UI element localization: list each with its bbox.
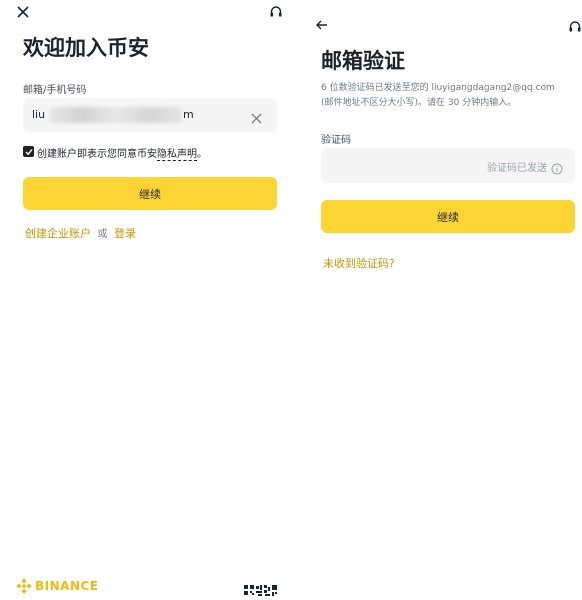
page-title: 邮箱验证 <box>321 49 405 73</box>
email-value-prefix: liu <box>32 108 46 121</box>
email-verify-panel: 邮箱验证 6 位数验证码已发送至您的 liuyigangdagang2@qq.c… <box>296 0 582 600</box>
page-title: 欢迎加入币安 <box>23 36 149 60</box>
verification-code-input[interactable]: 验证码已发送 <box>321 148 575 183</box>
code-label: 验证码 <box>321 135 351 146</box>
code-sent-status: 验证码已发送 <box>487 163 547 174</box>
binance-logo-icon <box>16 578 32 594</box>
verify-description-line2: (邮件地址不区分大小写)。请在 30 分钟内输入。 <box>321 98 517 108</box>
email-phone-label: 邮箱/手机号码 <box>23 85 87 96</box>
agreement-checkbox[interactable] <box>23 146 34 157</box>
email-phone-input[interactable]: liu m <box>23 98 277 132</box>
verify-description-line1: 6 位数验证码已发送至您的 liuyigangdagang2@qq.com <box>321 83 555 93</box>
continue-button[interactable]: 继续 <box>321 200 575 233</box>
signup-panel: 欢迎加入币安 邮箱/手机号码 liu m 创建账户即表示您同意币安隐私声明。 继… <box>0 0 292 600</box>
close-icon[interactable] <box>13 2 33 22</box>
privacy-link[interactable]: 隐私声明 <box>157 149 197 161</box>
brand-name: BINANCE <box>35 579 99 593</box>
info-icon[interactable] <box>551 160 563 179</box>
binance-logo: BINANCE <box>16 578 99 594</box>
headset-icon[interactable] <box>565 17 582 37</box>
or-text: 或 <box>97 229 108 240</box>
agreement-text: 创建账户即表示您同意币安隐私声明。 <box>37 149 207 161</box>
clear-icon[interactable] <box>251 109 262 128</box>
login-link[interactable]: 登录 <box>114 227 136 240</box>
continue-button[interactable]: 继续 <box>23 177 277 210</box>
headset-icon[interactable] <box>266 2 286 22</box>
email-value-suffix: m <box>183 108 194 121</box>
resend-code-link[interactable]: 未收到验证码? <box>323 255 395 271</box>
qr-code-icon[interactable] <box>244 581 278 600</box>
back-arrow-icon[interactable] <box>312 15 332 35</box>
email-redaction-blur <box>50 107 182 123</box>
business-account-row: 创建企业账户 或 登录 <box>25 225 136 241</box>
business-account-link[interactable]: 创建企业账户 <box>25 227 91 240</box>
